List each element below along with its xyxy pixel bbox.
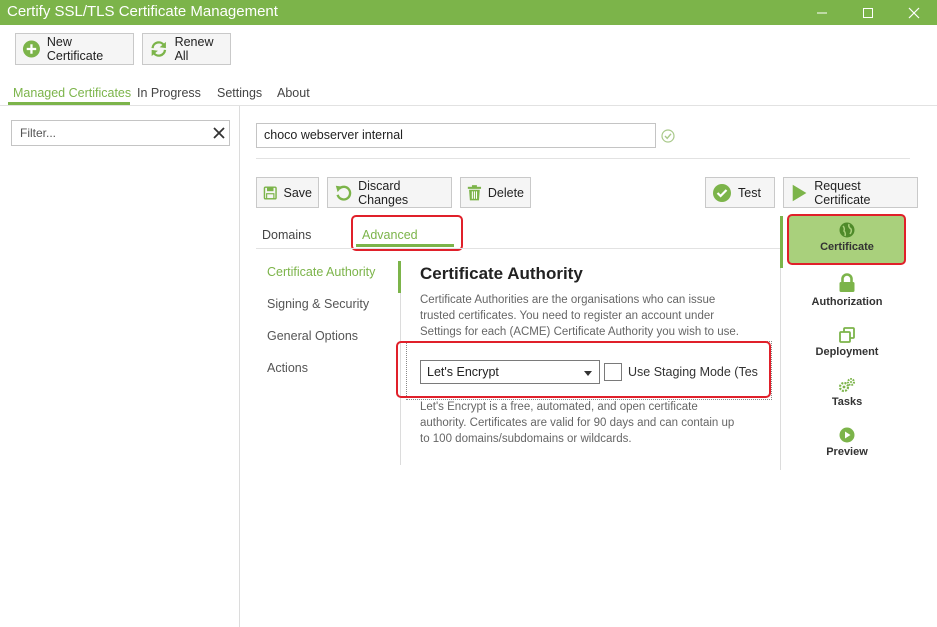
right-nav-certificate-label: Certificate <box>820 241 874 253</box>
right-nav-certificate[interactable]: Certificate <box>785 222 909 253</box>
left-pane-divider <box>239 106 240 627</box>
delete-button[interactable]: Delete <box>460 177 531 208</box>
name-divider <box>256 158 910 159</box>
renew-all-button[interactable]: Renew All <box>142 33 231 65</box>
right-nav-tasks[interactable]: Tasks <box>785 377 909 408</box>
test-label: Test <box>738 185 761 200</box>
sidenav-actions[interactable]: Actions <box>267 361 308 375</box>
right-nav-authorization-label: Authorization <box>811 296 883 308</box>
lock-icon <box>839 273 855 292</box>
right-nav-preview[interactable]: Preview <box>785 427 909 458</box>
right-nav-deployment[interactable]: Deployment <box>785 327 909 358</box>
right-nav-authorization[interactable]: Authorization <box>785 273 909 308</box>
copy-icon <box>839 327 855 343</box>
request-certificate-label: Request Certificate <box>814 178 871 207</box>
play-circle-icon <box>839 427 855 443</box>
window-title: Certify SSL/TLS Certificate Management <box>7 3 278 20</box>
sidenav-active-indicator <box>398 261 401 293</box>
request-certificate-button[interactable]: Request Certificate <box>783 177 918 208</box>
sidenav-general-options[interactable]: General Options <box>267 329 358 343</box>
right-nav-active-indicator <box>780 216 783 268</box>
certificate-name-field[interactable]: choco webserver internal <box>256 123 656 148</box>
right-nav-preview-label: Preview <box>826 446 868 458</box>
minimize-button[interactable] <box>799 0 845 25</box>
sidenav-signing-security[interactable]: Signing & Security <box>267 297 369 311</box>
ca-description-line: trusted certificates. You need to regist… <box>420 310 715 322</box>
maximize-icon <box>863 7 873 18</box>
tab-in-progress[interactable]: In Progress <box>137 86 201 100</box>
gears-icon <box>838 378 855 393</box>
globe-icon <box>839 222 855 238</box>
title-bar: Certify SSL/TLS Certificate Management <box>0 0 937 25</box>
ca-info-line: authority. Certificates are valid for 90… <box>420 417 735 429</box>
ca-select-highlight <box>396 341 771 398</box>
clear-filter-icon[interactable] <box>212 126 226 140</box>
ca-description-line: Settings for each (ACME) Certificate Aut… <box>420 326 739 338</box>
trash-icon <box>467 184 482 200</box>
tab-domains[interactable]: Domains <box>262 228 311 242</box>
renew-all-label: Renew All <box>174 35 214 63</box>
ca-description-line: Certificate Authorities are the organisa… <box>420 294 716 306</box>
close-icon <box>908 7 920 18</box>
maximize-button[interactable] <box>845 0 891 25</box>
minimize-icon <box>817 12 827 13</box>
new-certificate-button[interactable]: New Certificate <box>15 33 134 65</box>
section-title: Certificate Authority <box>420 264 583 283</box>
ca-description: Certificate Authorities are the organisa… <box>420 292 739 340</box>
refresh-icon <box>151 41 167 57</box>
play-icon <box>792 184 807 201</box>
tabs-divider <box>0 105 937 106</box>
subtabs-divider <box>256 248 780 249</box>
sidenav-certificate-authority[interactable]: Certificate Authority <box>267 265 375 279</box>
ca-info-line: Let's Encrypt is a free, automated, and … <box>420 401 698 413</box>
tab-managed-certificates[interactable]: Managed Certificates <box>13 86 131 100</box>
discard-changes-button[interactable]: Discard Changes <box>327 177 452 208</box>
test-button[interactable]: Test <box>705 177 775 208</box>
advanced-tab-highlight <box>351 215 463 251</box>
filter-box <box>11 120 230 146</box>
undo-icon <box>335 185 352 201</box>
close-window-button[interactable] <box>891 0 937 25</box>
ca-info: Let's Encrypt is a free, automated, and … <box>420 399 734 447</box>
delete-label: Delete <box>487 185 524 200</box>
filter-input[interactable] <box>12 121 202 145</box>
tab-about[interactable]: About <box>277 86 310 100</box>
ca-info-line: to 100 domains/subdomains or wildcards. <box>420 433 632 445</box>
check-circle-icon <box>713 183 731 202</box>
plus-circle-icon <box>22 40 40 58</box>
valid-check-icon <box>661 129 675 143</box>
save-label: Save <box>283 185 313 200</box>
right-nav-deployment-label: Deployment <box>815 346 879 358</box>
right-nav-tasks-label: Tasks <box>831 396 863 408</box>
certificate-name-value: choco webserver internal <box>264 128 403 142</box>
tab-settings[interactable]: Settings <box>217 86 262 100</box>
new-certificate-label: New Certificate <box>46 35 104 63</box>
save-button[interactable]: Save <box>256 177 319 208</box>
discard-changes-label: Discard Changes <box>358 178 409 207</box>
save-icon <box>263 185 277 200</box>
